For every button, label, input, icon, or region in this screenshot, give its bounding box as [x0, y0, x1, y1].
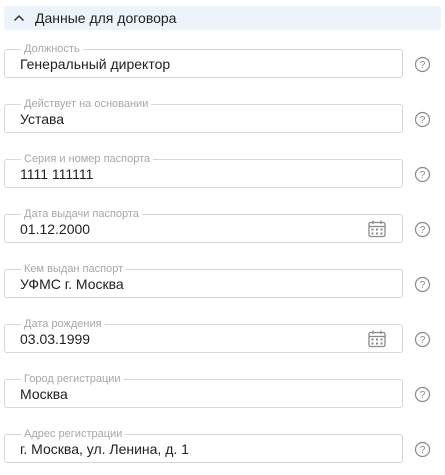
svg-text:?: ? [420, 335, 426, 346]
svg-text:?: ? [420, 390, 426, 401]
question-circle-icon[interactable]: ? [414, 166, 431, 183]
svg-text:?: ? [420, 445, 426, 456]
svg-text:?: ? [420, 225, 426, 236]
passport-number-field[interactable]: Серия и номер паспорта 1111 111111 [4, 152, 403, 188]
svg-text:?: ? [420, 170, 426, 181]
chevron-up-icon[interactable] [7, 6, 31, 30]
question-circle-icon[interactable]: ? [414, 221, 431, 238]
svg-text:?: ? [420, 115, 426, 126]
registration-city-label: Город регистрации [21, 372, 124, 386]
birth-date-field[interactable]: Дата рождения 03.03.1999 [4, 317, 403, 353]
svg-text:?: ? [420, 60, 426, 71]
question-circle-icon[interactable]: ? [414, 386, 431, 403]
calendar-icon[interactable] [367, 219, 387, 239]
passport-issuer-value[interactable]: УФМС г. Москва [20, 276, 124, 292]
question-circle-icon[interactable]: ? [414, 276, 431, 293]
basis-label: Действует на основании [21, 97, 152, 111]
section-header-contract-data[interactable]: Данные для договора [4, 6, 441, 30]
passport-issuer-field[interactable]: Кем выдан паспорт УФМС г. Москва [4, 262, 403, 298]
registration-city-value[interactable]: Москва [20, 386, 68, 402]
passport-issuer-label: Кем выдан паспорт [21, 262, 127, 276]
position-field[interactable]: Должность Генеральный директор [4, 42, 403, 78]
question-circle-icon[interactable]: ? [414, 111, 431, 128]
registration-address-value[interactable]: г. Москва, ул. Ленина, д. 1 [20, 441, 189, 457]
birth-date-value[interactable]: 03.03.1999 [20, 331, 90, 347]
svg-text:?: ? [420, 280, 426, 291]
birth-date-label: Дата рождения [21, 317, 105, 331]
section-title: Данные для договора [35, 10, 177, 26]
registration-city-field[interactable]: Город регистрации Москва [4, 372, 403, 408]
passport-number-value[interactable]: 1111 111111 [20, 166, 93, 182]
registration-address-label: Адрес регистрации [21, 427, 126, 441]
passport-number-label: Серия и номер паспорта [21, 152, 154, 166]
question-circle-icon[interactable]: ? [414, 441, 431, 458]
basis-value[interactable]: Устава [20, 111, 64, 127]
passport-issue-date-label: Дата выдачи паспорта [21, 207, 142, 221]
registration-address-field[interactable]: Адрес регистрации г. Москва, ул. Ленина,… [4, 427, 403, 463]
passport-issue-date-value[interactable]: 01.12.2000 [20, 221, 90, 237]
passport-issue-date-field[interactable]: Дата выдачи паспорта 01.12.2000 [4, 207, 403, 243]
question-circle-icon[interactable]: ? [414, 331, 431, 348]
position-value[interactable]: Генеральный директор [20, 56, 170, 72]
basis-field[interactable]: Действует на основании Устава [4, 97, 403, 133]
question-circle-icon[interactable]: ? [414, 56, 431, 73]
position-label: Должность [21, 42, 83, 56]
calendar-icon[interactable] [367, 329, 387, 349]
